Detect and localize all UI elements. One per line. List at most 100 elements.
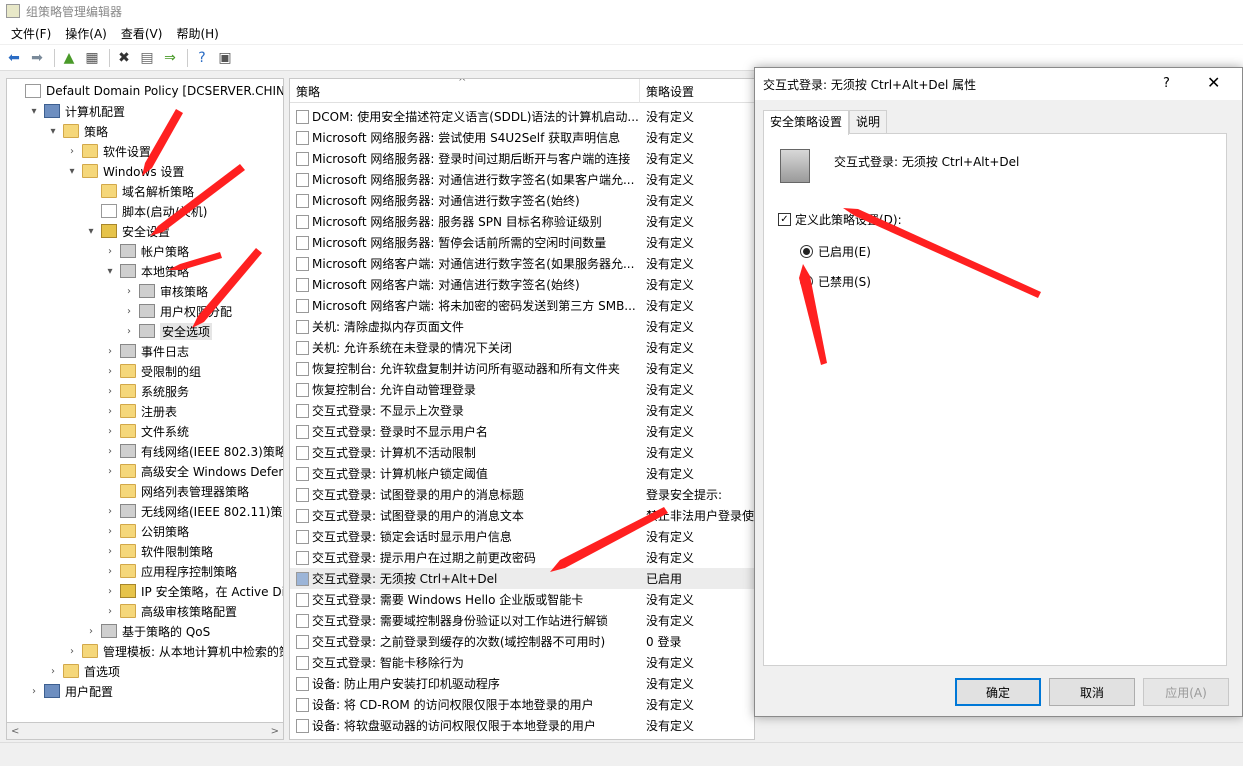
menu-view[interactable]: 查看(V) [114, 25, 170, 42]
tree-node[interactable]: ▾ 计算机配置 [28, 101, 125, 121]
help-button[interactable]: ? [1163, 76, 1170, 91]
tree-node[interactable]: › 基于策略的 QoS [85, 621, 210, 641]
list-item[interactable]: Microsoft 网络服务器: 尝试使用 S4U2Self 获取声明信息 没有定… [290, 127, 754, 148]
tree-node[interactable]: ▾ 策略 [47, 121, 108, 141]
collapsed-chevron-icon[interactable]: › [104, 386, 116, 397]
list-item[interactable]: Microsoft 网络客户端: 将未加密的密码发送到第三方 SMB... 没有定… [290, 295, 754, 316]
apply-button[interactable]: 应用(A) [1143, 678, 1229, 706]
tree-node[interactable]: › 软件限制策略 [104, 541, 213, 561]
list-item[interactable]: Microsoft 网络服务器: 服务器 SPN 目标名称验证级别 没有定义 [290, 211, 754, 232]
tree-node[interactable]: › 文件系统 [104, 421, 189, 441]
collapsed-chevron-icon[interactable]: › [104, 546, 116, 557]
enabled-radio-circle[interactable] [800, 245, 813, 258]
collapsed-chevron-icon[interactable]: › [104, 406, 116, 417]
tree-node[interactable]: › 应用程序控制策略 [104, 561, 237, 581]
collapsed-chevron-icon[interactable]: › [104, 446, 116, 457]
forward-icon[interactable]: ➡ [27, 48, 47, 68]
tree-node[interactable]: › 软件设置 [66, 141, 151, 161]
expanded-chevron-icon[interactable]: ▾ [104, 266, 116, 277]
disabled-radio-circle[interactable] [800, 275, 813, 288]
list-item[interactable]: 交互式登录: 之前登录到缓存的次数(域控制器不可用时) 0 登录 [290, 631, 754, 652]
view-icon[interactable]: ▣ [215, 48, 235, 68]
menu-help[interactable]: 帮助(H) [169, 25, 225, 42]
collapsed-chevron-icon[interactable]: › [66, 146, 78, 157]
tree-node[interactable]: › 事件日志 [104, 341, 189, 361]
tree-node[interactable]: › 高级安全 Windows Defende [104, 461, 283, 481]
expanded-chevron-icon[interactable]: ▾ [66, 166, 78, 177]
tab-security-policy-setting[interactable]: 安全策略设置 [763, 110, 850, 135]
collapsed-chevron-icon[interactable]: › [66, 646, 78, 657]
tree-node[interactable]: › 有线网络(IEEE 802.3)策略 [104, 441, 283, 461]
collapsed-chevron-icon[interactable]: › [104, 466, 116, 477]
help-icon[interactable]: ? [192, 48, 212, 68]
tree-node[interactable]: › 安全选项 [123, 321, 213, 341]
collapsed-chevron-icon[interactable]: › [104, 566, 116, 577]
tree-node[interactable]: › 首选项 [47, 661, 120, 681]
list-item[interactable]: 交互式登录: 锁定会话时显示用户信息 没有定义 [290, 526, 754, 547]
tree-node[interactable]: › 公钥策略 [104, 521, 189, 541]
ok-button[interactable]: 确定 [955, 678, 1041, 706]
tree-node[interactable]: ▾ Windows 设置 [66, 161, 184, 181]
list-item[interactable]: Microsoft 网络服务器: 暂停会话前所需的空闲时间数量 没有定义 [290, 232, 754, 253]
list-item[interactable]: Microsoft 网络服务器: 对通信进行数字签名(如果客户端允... 没有定义 [290, 169, 754, 190]
enabled-radio[interactable]: 已启用(E) [800, 243, 871, 260]
tree-node[interactable]: › 审核策略 [123, 281, 208, 301]
collapsed-chevron-icon[interactable]: › [104, 346, 116, 357]
list-item[interactable]: Microsoft 网络客户端: 对通信进行数字签名(始终) 没有定义 [290, 274, 754, 295]
show-hide-tree-icon[interactable]: ▦ [82, 48, 102, 68]
properties-icon[interactable]: ▤ [137, 48, 157, 68]
checkbox-box[interactable]: ✓ [778, 213, 791, 226]
tree-node[interactable]: › 高级审核策略配置 [104, 601, 237, 621]
expanded-chevron-icon[interactable]: ▾ [85, 226, 97, 237]
list-item[interactable]: 关机: 清除虚拟内存页面文件 没有定义 [290, 316, 754, 337]
tab-explain[interactable]: 说明 [849, 110, 888, 134]
scroll-left-icon[interactable]: < [11, 726, 19, 737]
collapsed-chevron-icon[interactable]: › [104, 246, 116, 257]
tree-node[interactable]: › 用户配置 [28, 681, 113, 701]
list-item[interactable]: 交互式登录: 登录时不显示用户名 没有定义 [290, 421, 754, 442]
collapsed-chevron-icon[interactable]: › [47, 666, 59, 677]
tree-node[interactable]: › 系统服务 [104, 381, 189, 401]
column-header-setting[interactable]: 策略设置 [640, 79, 694, 103]
tree-node[interactable]: › 无线网络(IEEE 802.11)策略 [104, 501, 283, 521]
list-item[interactable]: 交互式登录: 提示用户在过期之前更改密码 没有定义 [290, 547, 754, 568]
list-item[interactable]: 交互式登录: 计算机不活动限制 没有定义 [290, 442, 754, 463]
list-item[interactable]: 关机: 允许系统在未登录的情况下关闭 没有定义 [290, 337, 754, 358]
list-item[interactable]: 恢复控制台: 允许自动管理登录 没有定义 [290, 379, 754, 400]
list-item[interactable]: 交互式登录: 智能卡移除行为 没有定义 [290, 652, 754, 673]
up-icon[interactable]: ▲ [59, 48, 79, 68]
expanded-chevron-icon[interactable]: ▾ [28, 106, 40, 117]
tree-node[interactable]: ▾ 本地策略 [104, 261, 189, 281]
tree-node[interactable]: › 帐户策略 [104, 241, 189, 261]
list-item[interactable]: Microsoft 网络客户端: 对通信进行数字签名(如果服务器允... 没有定义 [290, 253, 754, 274]
collapsed-chevron-icon[interactable]: › [85, 626, 97, 637]
back-icon[interactable]: ⬅ [4, 48, 24, 68]
collapsed-chevron-icon[interactable]: › [28, 686, 40, 697]
list-item[interactable]: 设备: 将软盘驱动器的访问权限仅限于本地登录的用户 没有定义 [290, 715, 754, 736]
collapsed-chevron-icon[interactable]: › [123, 306, 135, 317]
list-item[interactable]: 设备: 将 CD-ROM 的访问权限仅限于本地登录的用户 没有定义 [290, 694, 754, 715]
list-item[interactable]: 交互式登录: 需要 Windows Hello 企业版或智能卡 没有定义 [290, 589, 754, 610]
tree-node[interactable]: › 受限制的组 [104, 361, 201, 381]
menu-file[interactable]: 文件(F) [4, 25, 58, 42]
tree-node[interactable]: 网络列表管理器策略 [104, 481, 249, 501]
tree-node[interactable]: 域名解析策略 [85, 181, 194, 201]
delete-icon[interactable]: ✖ [114, 48, 134, 68]
collapsed-chevron-icon[interactable]: › [123, 286, 135, 297]
collapsed-chevron-icon[interactable]: › [104, 606, 116, 617]
list-item[interactable]: 交互式登录: 试图登录的用户的消息标题 登录安全提示: [290, 484, 754, 505]
list-item[interactable]: DCOM: 使用安全描述符定义语言(SDDL)语法的计算机启动... 没有定义 [290, 106, 754, 127]
expanded-chevron-icon[interactable]: ▾ [47, 126, 59, 137]
collapsed-chevron-icon[interactable]: › [104, 426, 116, 437]
collapsed-chevron-icon[interactable]: › [104, 506, 116, 517]
list-item[interactable]: 交互式登录: 不显示上次登录 没有定义 [290, 400, 754, 421]
tree-node[interactable]: Default Domain Policy [DCSERVER.CHINASK [9, 81, 283, 101]
column-header-policy[interactable]: ^ 策略 [290, 79, 640, 103]
tree-node[interactable]: › 用户权限分配 [123, 301, 232, 321]
disabled-radio[interactable]: 已禁用(S) [800, 273, 871, 290]
list-item[interactable]: 交互式登录: 需要域控制器身份验证以对工作站进行解锁 没有定义 [290, 610, 754, 631]
list-item[interactable]: 设备: 防止用户安装打印机驱动程序 没有定义 [290, 673, 754, 694]
list-item[interactable]: 交互式登录: 计算机帐户锁定阈值 没有定义 [290, 463, 754, 484]
define-policy-checkbox[interactable]: ✓ 定义此策略设置(D): [778, 211, 902, 228]
list-item[interactable]: Microsoft 网络服务器: 对通信进行数字签名(始终) 没有定义 [290, 190, 754, 211]
